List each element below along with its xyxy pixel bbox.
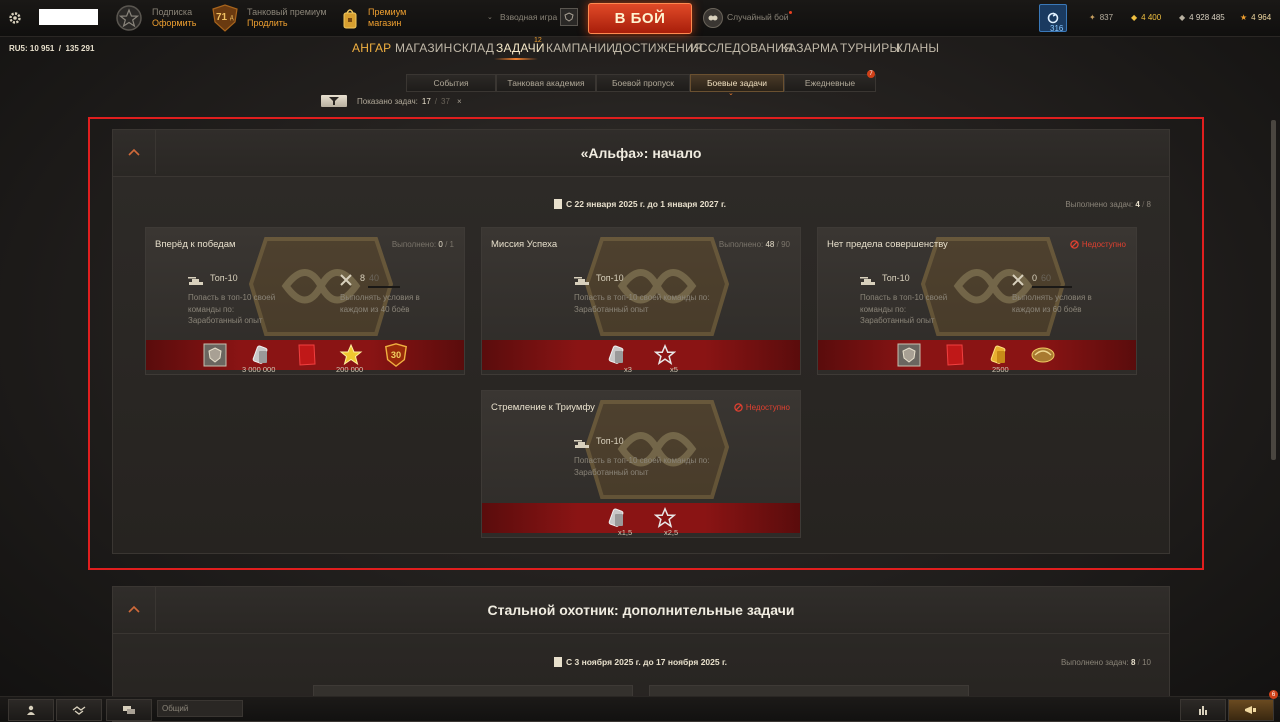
notifications-badge: 6 (1269, 690, 1278, 699)
chat-bubbles-icon (123, 706, 135, 714)
nav-depot[interactable]: СКЛАД (453, 41, 494, 55)
nav-tournaments[interactable]: ТУРНИРЫ (840, 41, 900, 55)
subtabs-bar: События Танковая академия Боевой пропуск… (406, 74, 876, 92)
filter-clear-button[interactable]: × (457, 97, 462, 106)
section-header: Стальной охотник: дополнительные задачи (113, 587, 1169, 634)
tasks-badge: 12 (534, 37, 542, 44)
subtab-daily[interactable]: Ежедневные (784, 74, 876, 92)
progress-done: 8 (1130, 658, 1136, 667)
nav-hangar[interactable]: АНГАР (352, 41, 391, 55)
calendar-icon (554, 657, 562, 667)
bar-chart-icon (1199, 706, 1207, 715)
nav-active-underline (494, 58, 538, 60)
progress-label: Выполнено задач: (1060, 658, 1129, 667)
subtab-events[interactable]: События (406, 74, 496, 92)
filter-shown: 17 (421, 97, 431, 106)
subtab-combat-missions[interactable]: Боевые задачи (690, 74, 784, 92)
nav-campaigns[interactable]: КАМПАНИИ (546, 41, 615, 55)
chat-input[interactable]: Общий (157, 700, 243, 717)
filter-funnel-icon (329, 97, 339, 105)
filter-status: Показано задач: 17 / 37 × (357, 97, 462, 106)
stats-button[interactable] (1180, 699, 1226, 721)
filter-total: 37 (441, 97, 450, 106)
subtab-tank-academy[interactable]: Танковая академия (496, 74, 596, 92)
notifications-center-button[interactable] (1228, 699, 1274, 721)
user-icon (27, 705, 35, 715)
bottom-bar: Общий 6 (0, 690, 1280, 721)
filter-label: Показано задач: (357, 97, 418, 106)
nav-barracks[interactable]: КАЗАРМА (781, 41, 838, 55)
active-subtab-chevron-icon: ⌄ (728, 90, 734, 97)
daily-badge: 7 (867, 70, 875, 78)
contacts-button[interactable] (8, 699, 54, 721)
section-progress: Выполнено задач: 8 / 10 (1060, 658, 1151, 667)
nav-research[interactable]: ИССЛЕДОВАНИЯ (690, 41, 793, 55)
chat-channels-button[interactable] (106, 699, 152, 721)
scrollbar-thumb[interactable] (1271, 120, 1276, 460)
handshake-icon (72, 706, 86, 715)
subtab-battle-pass[interactable]: Боевой пропуск (596, 74, 690, 92)
highlight-frame (88, 117, 1204, 570)
progress-total: 10 (1142, 658, 1151, 667)
dates-text: С 3 ноября 2025 г. до 17 ноября 2025 г. (566, 657, 728, 667)
main-nav: АНГАР МАГАЗИН СКЛАД ЗАДАЧИ 12 КАМПАНИИ Д… (0, 0, 1280, 60)
friends-button[interactable] (56, 699, 102, 721)
megaphone-icon (1245, 706, 1256, 714)
nav-clans[interactable]: КЛАНЫ (896, 41, 939, 55)
section-dates: С 3 ноября 2025 г. до 17 ноября 2025 г. (554, 657, 727, 667)
filter-button[interactable] (321, 95, 347, 107)
section-title: Стальной охотник: дополнительные задачи (487, 602, 795, 618)
nav-shop[interactable]: МАГАЗИН (395, 41, 453, 55)
